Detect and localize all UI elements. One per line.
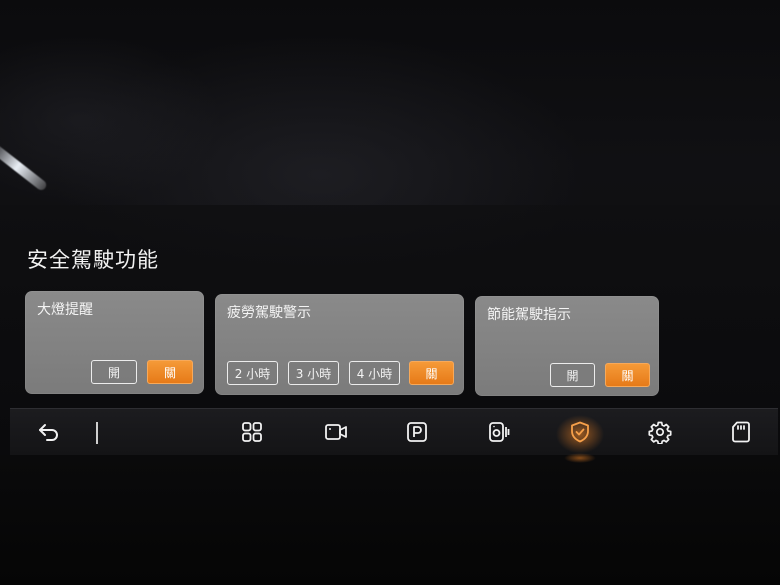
safety-button[interactable] [556,409,604,463]
card-fatigue-warning: 疲勞駕駛警示 2 小時 3 小時 4 小時 關 [215,294,464,395]
apps-grid-icon [242,422,262,442]
gear-icon [648,421,672,444]
headlight-off-button[interactable]: 關 [147,360,193,384]
settings-button[interactable] [636,409,684,455]
card-title: 節能駕駛指示 [487,307,571,323]
sd-card-icon [732,421,750,443]
card-eco-driving: 節能駕駛指示 開 關 [475,296,659,396]
headlight-on-button[interactable]: 開 [91,360,137,384]
card-title: 疲勞駕駛警示 [227,305,311,321]
page-title: 安全駕駛功能 [27,248,159,272]
fatigue-4h-button[interactable]: 4 小時 [349,361,400,385]
safety-shield-icon [571,421,589,443]
nav-divider [96,422,98,444]
parking-button[interactable] [393,409,441,455]
card-headlight-reminder: 大燈提醒 開 關 [25,291,204,394]
apps-button[interactable] [228,409,276,455]
parking-icon [407,422,427,442]
dashcam-icon [489,422,510,442]
fatigue-2h-button[interactable]: 2 小時 [227,361,278,385]
sd-card-button[interactable] [717,409,765,455]
video-camera-icon [325,424,347,440]
fatigue-off-button[interactable]: 關 [409,361,454,385]
back-icon [39,424,58,441]
video-button[interactable] [312,409,360,455]
eco-off-button[interactable]: 關 [605,363,650,387]
fatigue-3h-button[interactable]: 3 小時 [288,361,339,385]
back-button[interactable] [25,409,73,455]
dashcam-button[interactable] [475,409,523,455]
eco-on-button[interactable]: 開 [550,363,595,387]
card-title: 大燈提醒 [37,302,93,318]
bottom-nav-bar [10,408,778,463]
